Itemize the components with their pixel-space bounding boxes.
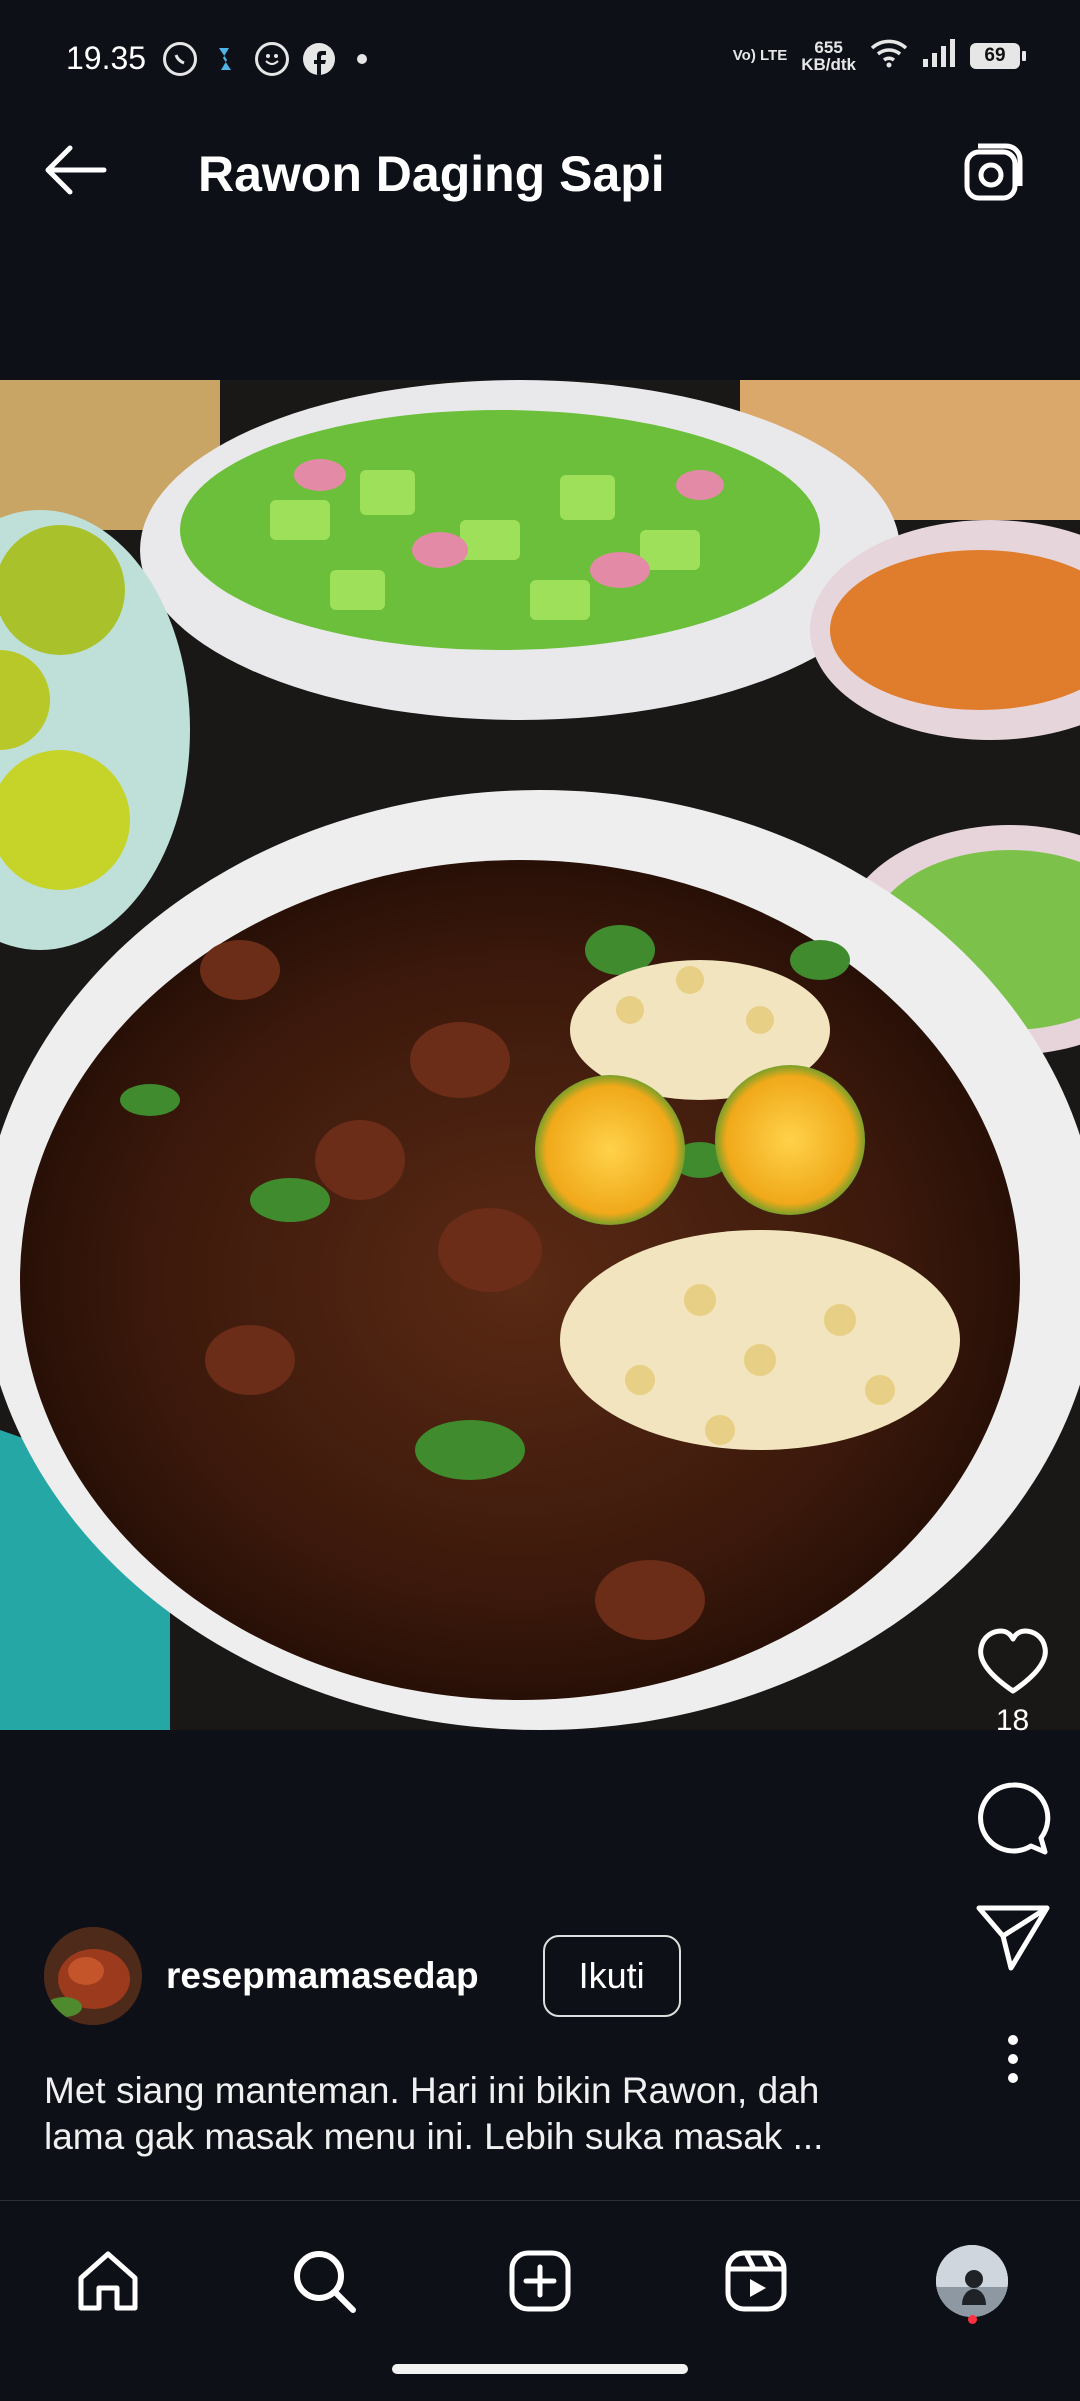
- camera-icon: [964, 143, 1023, 201]
- post-image[interactable]: [0, 380, 1080, 1730]
- status-time: 19.35: [66, 40, 147, 76]
- page-title: Rawon Daging Sapi: [198, 146, 665, 202]
- more-options-button[interactable]: [965, 2034, 1060, 2084]
- wifi-icon: [870, 38, 908, 73]
- like-count: 18: [995, 1704, 1030, 1737]
- search-icon: [294, 2251, 356, 2313]
- profile-avatar: [936, 2245, 1008, 2317]
- app-icon: [211, 44, 241, 74]
- comment-icon: [977, 1782, 1050, 1855]
- status-bar: 19.35 Vo) LTE 655 KB/dtk 69: [0, 0, 1080, 95]
- profile-notification-dot: [968, 2315, 977, 2324]
- post-caption[interactable]: Met siang manteman. Hari ini bikin Rawon…: [44, 2068, 884, 2160]
- signal-icon: [922, 39, 956, 72]
- nav-create[interactable]: [500, 2241, 580, 2321]
- comment-button[interactable]: [965, 1780, 1060, 1858]
- network-speed-unit: KB/dtk: [801, 54, 856, 74]
- heart-icon: [977, 1628, 1048, 1694]
- author-username[interactable]: resepmamasedap: [166, 1955, 479, 1997]
- nav-profile[interactable]: [932, 2241, 1012, 2321]
- home-icon: [78, 2251, 138, 2311]
- more-notifications-dot: [357, 54, 367, 64]
- author-row: resepmamasedap Ikuti: [44, 1926, 681, 2026]
- smiley-icon: [255, 42, 289, 76]
- notification-icons: [163, 42, 367, 76]
- battery-indicator: 69: [970, 42, 1026, 69]
- back-button[interactable]: [40, 140, 110, 200]
- page-header: Rawon Daging Sapi: [0, 95, 1080, 245]
- facebook-icon: [303, 43, 335, 75]
- home-indicator[interactable]: [392, 2364, 688, 2374]
- create-icon: [509, 2250, 571, 2312]
- follow-button[interactable]: Ikuti: [542, 1935, 681, 2017]
- reels-icon: [725, 2250, 787, 2312]
- system-indicators: Vo) LTE 655 KB/dtk 69: [732, 38, 1026, 73]
- whatsapp-icon: [163, 42, 197, 76]
- volte-indicator: Vo) LTE: [732, 47, 788, 64]
- more-vertical-icon: [1007, 2035, 1018, 2083]
- arrow-left-icon: [45, 145, 107, 195]
- nav-home[interactable]: [68, 2241, 148, 2321]
- author-avatar[interactable]: [44, 1927, 142, 2025]
- share-button[interactable]: [965, 1902, 1060, 1972]
- like-button[interactable]: [965, 1628, 1060, 1696]
- caption-line-2: lama gak masak menu ini. Lebih suka masa…: [44, 2116, 824, 2157]
- nav-search[interactable]: [284, 2241, 364, 2321]
- send-icon: [976, 1905, 1049, 1971]
- post-actions: 18: [965, 1628, 1060, 2084]
- rawon-food-photo: [0, 380, 1080, 1730]
- network-speed-value: 655: [814, 37, 843, 57]
- caption-line-1: Met siang manteman. Hari ini bikin Rawon…: [44, 2070, 820, 2111]
- network-speed: 655 KB/dtk: [801, 39, 856, 73]
- camera-button[interactable]: [962, 140, 1028, 206]
- nav-reels[interactable]: [716, 2241, 796, 2321]
